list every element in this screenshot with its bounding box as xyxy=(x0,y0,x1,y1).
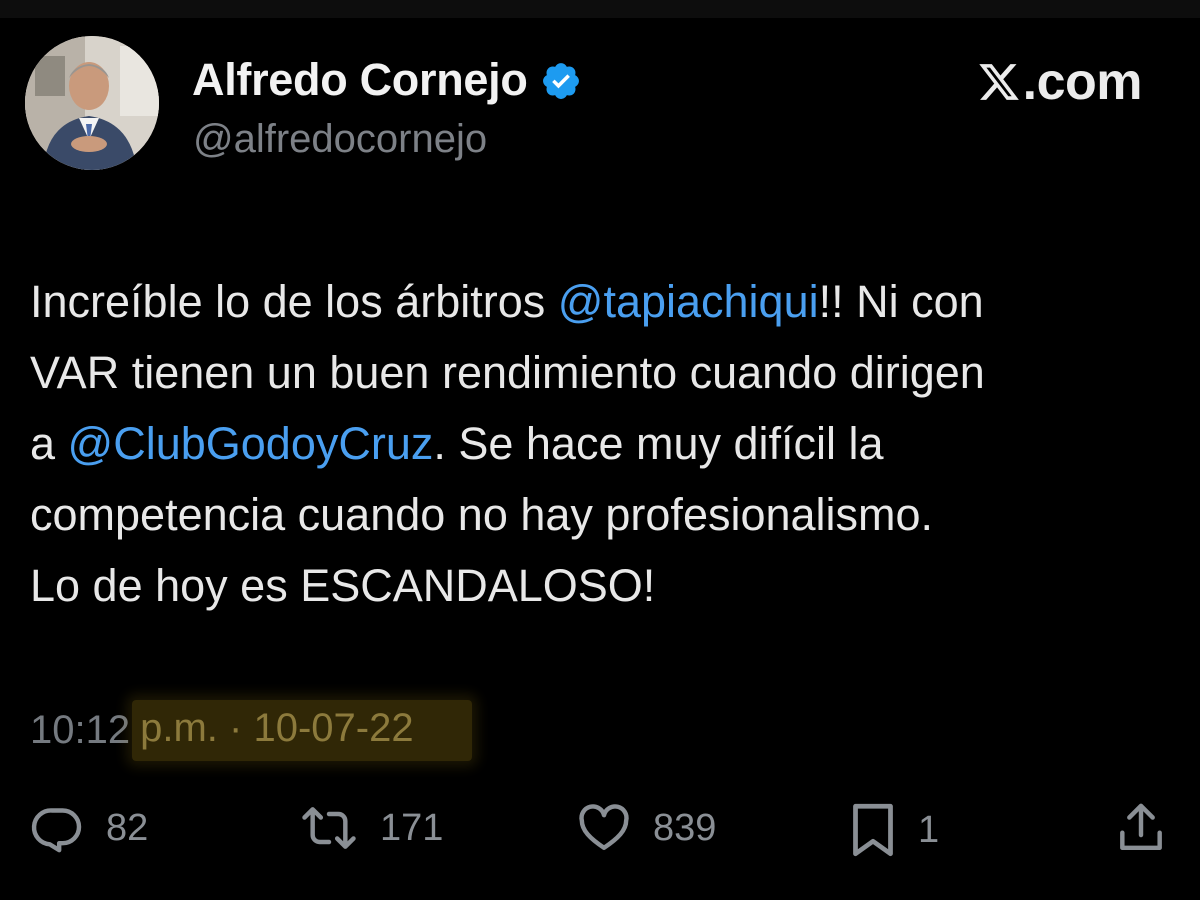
site-domain-suffix: .com xyxy=(1022,53,1143,111)
tweet-text-segment: competencia cuando no hay profesionalism… xyxy=(30,489,934,540)
reply-count: 82 xyxy=(106,806,149,849)
tweet-text-segment: Increíble lo de los árbitros xyxy=(30,276,558,327)
reply-icon xyxy=(31,808,82,853)
share-icon xyxy=(1120,803,1162,851)
like-count: 839 xyxy=(653,806,717,849)
tweet-screenshot: Alfredo Cornejo @alfredocornejo .com Inc… xyxy=(0,0,1200,900)
author-avatar[interactable] xyxy=(25,36,159,170)
top-edge-strip xyxy=(0,0,1200,18)
mention-link[interactable]: @tapiachiqui xyxy=(558,276,819,327)
tweet-line: Increíble lo de los árbitros @tapiachiqu… xyxy=(30,266,1180,337)
author-handle[interactable]: @alfredocornejo xyxy=(193,117,487,162)
like-button[interactable]: 839 xyxy=(575,800,716,856)
tweet-text-segment: !! Ni con xyxy=(818,276,984,327)
tweet-line: VAR tienen un buen rendimiento cuando di… xyxy=(30,337,1180,408)
bookmark-button[interactable]: 1 xyxy=(848,800,939,860)
author-name-row[interactable]: Alfredo Cornejo xyxy=(192,54,582,106)
tweet-text: Increíble lo de los árbitros @tapiachiqu… xyxy=(30,266,1180,621)
site-watermark: .com xyxy=(977,52,1143,112)
tweet-line: competencia cuando no hay profesionalism… xyxy=(30,479,1180,550)
repost-icon xyxy=(302,807,356,849)
tweet-text-segment: Lo de hoy es ESCANDALOSO! xyxy=(30,560,656,611)
avatar-photo xyxy=(25,36,159,170)
author-name[interactable]: Alfredo Cornejo xyxy=(192,54,528,106)
mention-link[interactable]: @ClubGodoyCruz xyxy=(68,418,434,469)
tweet-line: Lo de hoy es ESCANDALOSO! xyxy=(30,550,1180,621)
tweet-text-segment: . Se hace muy difícil la xyxy=(433,418,884,469)
reply-button[interactable]: 82 xyxy=(30,800,148,856)
tweet-text-segment: VAR tienen un buen rendimiento cuando di… xyxy=(30,347,985,398)
tweet-line: a @ClubGodoyCruz. Se hace muy difícil la xyxy=(30,408,1180,479)
heart-icon xyxy=(579,804,629,851)
share-button[interactable] xyxy=(1115,800,1167,856)
bookmark-count: 1 xyxy=(918,808,940,851)
tweet-text-segment: a xyxy=(30,418,68,469)
action-bar: 82 171 839 1 xyxy=(0,790,1200,870)
bookmark-icon xyxy=(853,803,893,857)
x-logo-icon xyxy=(977,60,1021,104)
tweet-timestamp[interactable]: 10:12 p.m. · 10-07-22 xyxy=(30,700,472,761)
verified-badge-icon xyxy=(540,60,582,102)
repost-count: 171 xyxy=(380,806,444,849)
timestamp-highlighted-date[interactable]: p.m. · 10-07-22 xyxy=(132,700,472,761)
repost-button[interactable]: 171 xyxy=(298,800,443,856)
timestamp-time[interactable]: 10:12 xyxy=(30,708,130,753)
